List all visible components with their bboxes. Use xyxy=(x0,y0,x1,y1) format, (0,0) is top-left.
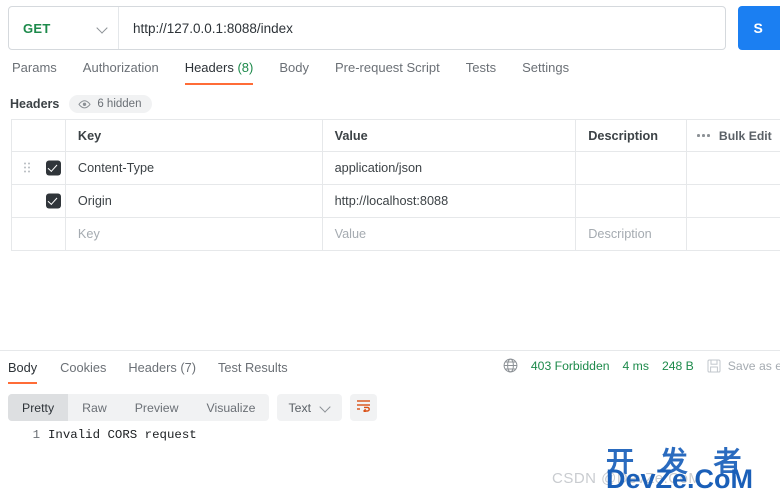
request-url-row: GET http://127.0.0.1:8088/index S xyxy=(8,6,780,50)
tab-headers[interactable]: Headers (8) xyxy=(172,58,267,85)
row-checkbox[interactable] xyxy=(46,160,61,176)
word-wrap-button[interactable] xyxy=(350,394,378,421)
response-tabs: Body Cookies Headers (7) Test Results xyxy=(4,358,299,384)
save-as-example-button[interactable]: Save as e xyxy=(707,359,780,373)
table-actions: Bulk Edit xyxy=(687,120,780,151)
new-row-description-input[interactable]: Description xyxy=(576,218,688,250)
table-header-row: Key Value Description Bulk Edit xyxy=(12,120,780,152)
response-body-text: Invalid CORS request xyxy=(48,428,197,442)
row-trailing xyxy=(687,152,780,184)
active-response-tab-indicator xyxy=(8,382,38,384)
header-cell-description: Description xyxy=(576,120,688,151)
chevron-down-icon xyxy=(320,402,331,413)
tab-authorization[interactable]: Authorization xyxy=(70,58,172,78)
hidden-headers-label: 6 hidden xyxy=(97,98,142,110)
tab-pre-request-script-label: Pre-request Script xyxy=(334,60,440,75)
new-row-key-input[interactable]: Key xyxy=(66,218,323,250)
response-tab-body-label: Body xyxy=(8,360,38,375)
format-segment-control: Pretty Raw Preview Visualize xyxy=(8,394,270,421)
http-method-select[interactable]: GET xyxy=(9,7,119,49)
active-tab-indicator xyxy=(184,83,254,85)
drag-handle-icon[interactable] xyxy=(24,162,32,174)
tab-params[interactable]: Params xyxy=(8,58,70,78)
body-type-select[interactable]: Text xyxy=(277,394,343,421)
response-status-strip: 403 Forbidden 4 ms 248 B Save as e xyxy=(503,358,780,373)
response-tab-cookies-label: Cookies xyxy=(60,360,107,375)
response-divider xyxy=(0,350,780,351)
watermark-csdn: CSDN @DevZe.CoM xyxy=(552,470,702,487)
word-wrap-icon xyxy=(356,399,371,417)
row-key[interactable]: Content-Type xyxy=(66,152,323,184)
tab-body[interactable]: Body xyxy=(266,58,322,78)
tab-tests[interactable]: Tests xyxy=(453,58,509,78)
row-select-cell xyxy=(12,218,66,250)
tab-headers-count: (8) xyxy=(237,60,254,75)
tab-pre-request-script[interactable]: Pre-request Script xyxy=(322,58,453,78)
header-cell-key: Key xyxy=(66,120,323,151)
header-cell-select xyxy=(12,120,66,151)
row-select-cell xyxy=(12,185,66,217)
response-tab-test-results-label: Test Results xyxy=(217,360,288,375)
response-body-viewer[interactable]: 1 Invalid CORS request xyxy=(8,428,780,442)
row-trailing xyxy=(687,218,780,250)
url-box: GET http://127.0.0.1:8088/index xyxy=(8,6,726,50)
response-tab-headers-label: Headers (7) xyxy=(128,360,196,375)
row-key[interactable]: Origin xyxy=(66,185,323,217)
row-value[interactable]: http://localhost:8088 xyxy=(323,185,577,217)
headers-table: Key Value Description Bulk Edit Content-… xyxy=(11,119,780,251)
format-pretty[interactable]: Pretty xyxy=(8,394,69,421)
bulk-edit-button[interactable]: Bulk Edit xyxy=(719,129,772,143)
response-size: 248 B xyxy=(661,358,694,373)
format-visualize[interactable]: Visualize xyxy=(192,394,269,421)
tab-settings-label: Settings xyxy=(522,60,570,75)
response-tab-cookies[interactable]: Cookies xyxy=(49,358,117,377)
request-tabs: Params Authorization Headers (8) Body Pr… xyxy=(8,58,582,88)
chevron-down-icon xyxy=(97,23,108,34)
format-preview[interactable]: Preview xyxy=(121,394,193,421)
row-trailing xyxy=(687,185,780,217)
line-number: 1 xyxy=(32,428,40,442)
body-format-toolbar: Pretty Raw Preview Visualize Text xyxy=(8,394,378,421)
hidden-headers-badge[interactable]: 6 hidden xyxy=(69,95,153,113)
watermark-site: DevZe.CoM xyxy=(606,464,754,494)
save-as-example-label: Save as e xyxy=(727,358,780,373)
tab-body-label: Body xyxy=(279,60,309,75)
eye-icon xyxy=(78,99,91,109)
response-tab-test-results[interactable]: Test Results xyxy=(207,358,299,377)
format-raw[interactable]: Raw xyxy=(68,394,121,421)
http-method-label: GET xyxy=(23,20,51,36)
header-cell-value: Value xyxy=(323,120,577,151)
watermark-cn-title: 开 发 者 xyxy=(606,446,751,477)
table-row[interactable]: Origin http://localhost:8088 xyxy=(12,185,780,218)
send-button[interactable]: S xyxy=(737,6,780,50)
tab-headers-label: Headers xyxy=(184,60,234,75)
new-row-value-input[interactable]: Value xyxy=(323,218,577,250)
row-description[interactable] xyxy=(576,185,688,217)
tab-settings[interactable]: Settings xyxy=(509,58,582,78)
headers-section-header: Headers 6 hidden xyxy=(10,95,153,113)
response-tab-body[interactable]: Body xyxy=(4,358,49,384)
tab-params-label: Params xyxy=(12,60,57,75)
globe-icon[interactable] xyxy=(503,358,518,373)
tab-authorization-label: Authorization xyxy=(82,60,159,75)
ellipsis-icon[interactable] xyxy=(697,134,710,137)
row-checkbox[interactable] xyxy=(46,193,61,209)
tab-tests-label: Tests xyxy=(465,60,497,75)
body-type-label: Text xyxy=(288,400,312,415)
row-select-cell xyxy=(12,152,66,184)
url-input[interactable]: http://127.0.0.1:8088/index xyxy=(119,7,725,49)
row-value[interactable]: application/json xyxy=(323,152,577,184)
row-description[interactable] xyxy=(576,152,688,184)
headers-title: Headers xyxy=(10,97,60,111)
table-row-new[interactable]: Key Value Description xyxy=(12,218,780,251)
floppy-save-icon xyxy=(707,359,721,373)
postman-window: GET http://127.0.0.1:8088/index S Params… xyxy=(0,0,780,502)
response-tab-headers[interactable]: Headers (7) xyxy=(117,358,207,377)
status-code: 403 Forbidden xyxy=(530,358,610,373)
response-time: 4 ms xyxy=(622,358,649,373)
table-row[interactable]: Content-Type application/json xyxy=(12,152,780,185)
